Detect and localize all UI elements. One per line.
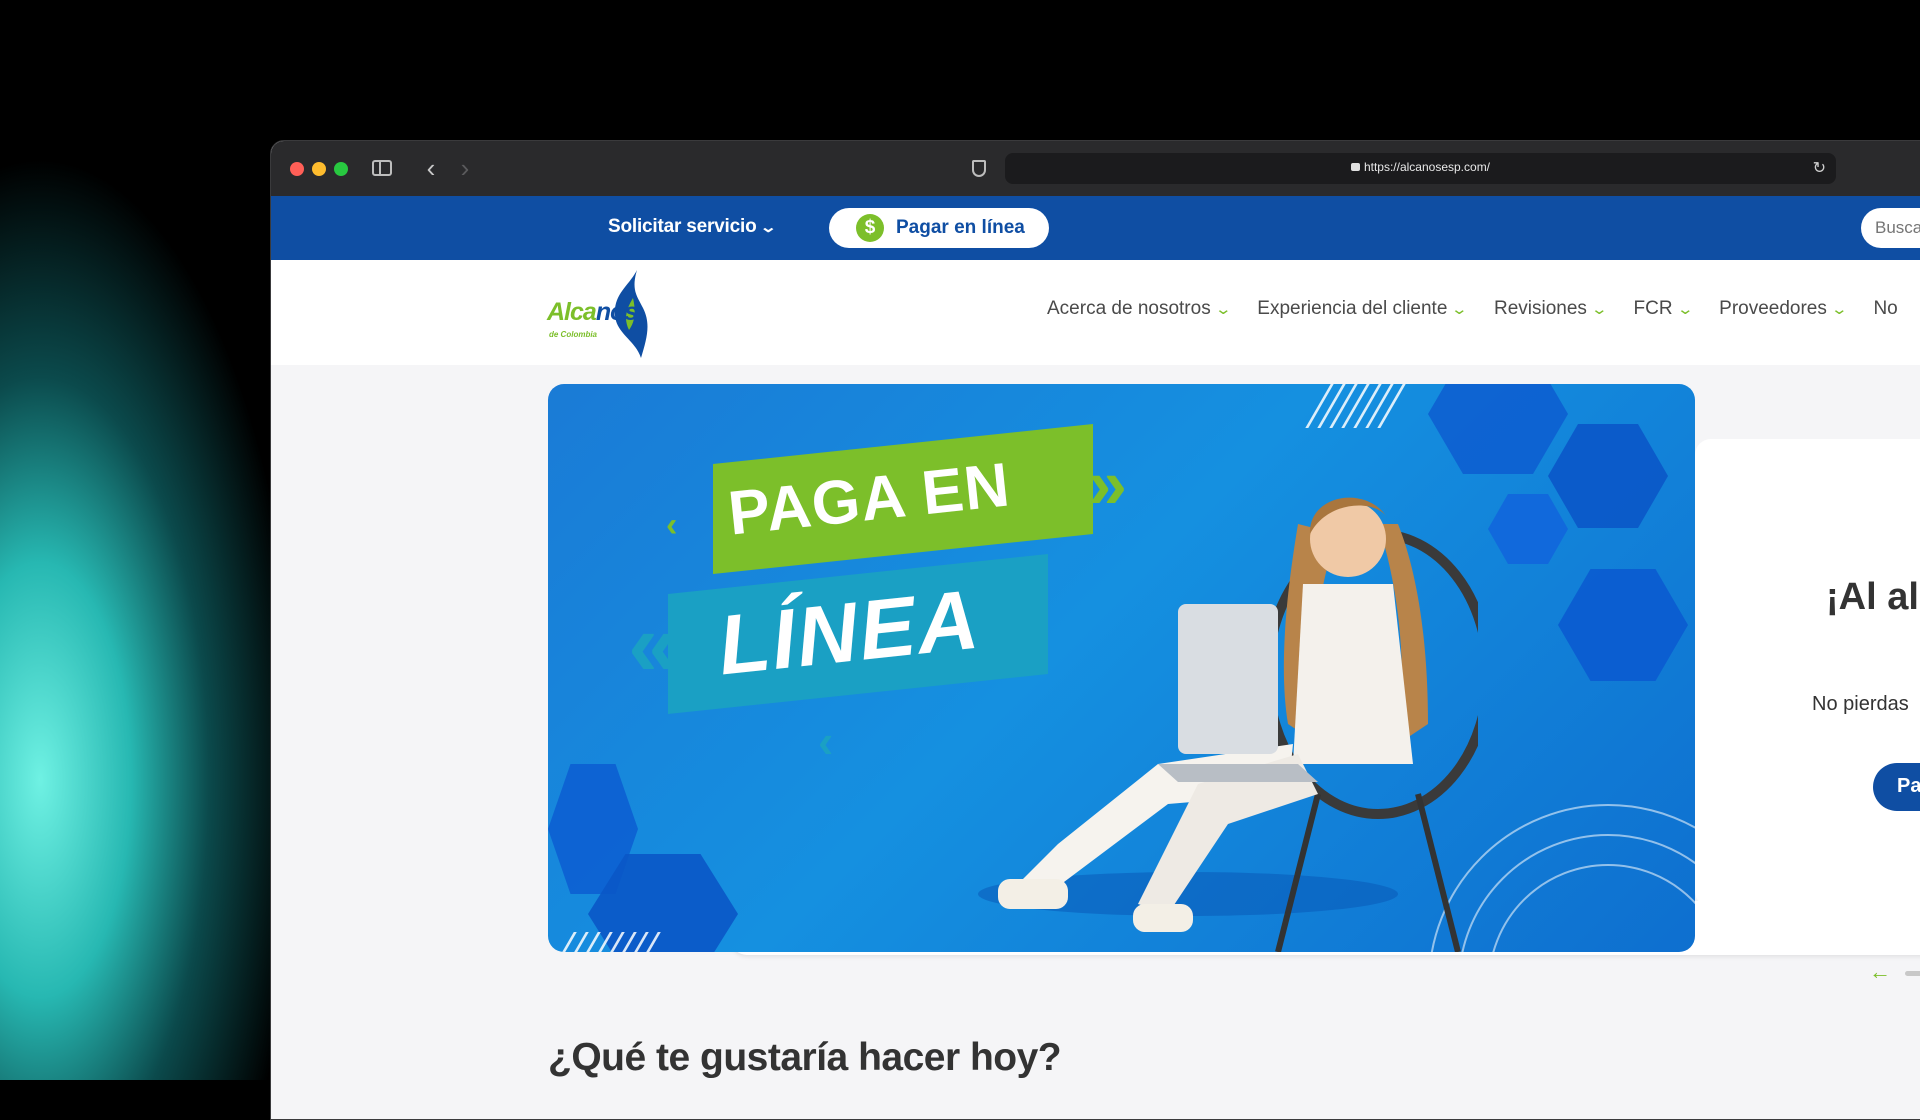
privacy-shield-icon[interactable]	[969, 155, 989, 181]
hex-decoration	[1548, 424, 1668, 528]
chevron-left-icon: «	[628, 595, 679, 695]
dollar-coin-icon: $	[856, 214, 884, 242]
hex-decoration	[1558, 569, 1688, 681]
pagar-en-linea-button[interactable]: $ Pagar en línea	[829, 208, 1049, 248]
chevron-down-icon: ⌄	[760, 219, 778, 236]
nav-item-proveedores[interactable]: Proveedores ⌄	[1719, 298, 1848, 320]
section-heading: ¿Qué te gustaría hacer hoy?	[548, 1036, 1062, 1079]
sidebar-toggle-icon[interactable]	[371, 155, 393, 181]
carousel-prev-arrow-icon[interactable]: ←	[1869, 959, 1891, 985]
minimize-window-button[interactable]	[312, 162, 326, 176]
logo-wordmark: Alcanos	[547, 298, 638, 326]
chevron-down-icon: ⌄	[1450, 301, 1469, 318]
browser-window: ‹ › https://alcanosesp.com/ ↻ Solicitar …	[270, 140, 1920, 1120]
nav-menu: Acerca de nosotros ⌄ Experiencia del clie…	[1047, 298, 1920, 320]
card-text: No pierdas	[1812, 693, 1909, 715]
nav-item-acerca[interactable]: Acerca de nosotros ⌄	[1047, 298, 1232, 320]
hex-decoration	[1488, 494, 1568, 564]
nav-item-experiencia[interactable]: Experiencia del cliente ⌄	[1257, 298, 1469, 320]
logo-tagline: de Colombia	[549, 330, 598, 339]
search-input[interactable]	[1861, 208, 1920, 248]
card-title: ¡Al al	[1826, 576, 1919, 618]
utility-bar: Solicitar servicio ⌄ $ Pagar en línea	[271, 196, 1920, 260]
main-navigation: Alcanos de Colombia Acerca de nosotros ⌄ …	[271, 260, 1920, 365]
url-text: https://alcanosesp.com/	[1363, 160, 1491, 174]
forward-arrow-icon[interactable]: ›	[455, 153, 475, 183]
woman-with-laptop-image	[978, 497, 1478, 952]
nav-item-fcr[interactable]: FCR ⌄	[1634, 298, 1694, 320]
back-arrow-icon[interactable]: ‹	[421, 153, 441, 183]
close-window-button[interactable]	[290, 162, 304, 176]
chevron-down-icon: ⌄	[1676, 301, 1694, 318]
carousel-info-card	[1695, 439, 1920, 907]
hero-banner[interactable]: PAGA EN LÍNEA ‹ » « ‹	[548, 384, 1695, 952]
chevron-down-icon: ⌄	[1590, 301, 1609, 318]
hex-decoration	[1428, 384, 1568, 474]
chevron-down-icon: ⌄	[1214, 301, 1232, 318]
chevron-down-icon: ⌄	[1830, 301, 1848, 318]
address-bar[interactable]: https://alcanosesp.com/ ↻	[1005, 153, 1836, 184]
card-pay-button[interactable]: Pa	[1873, 763, 1920, 811]
solicitar-servicio-label: Solicitar servicio	[608, 216, 757, 237]
browser-toolbar: ‹ › https://alcanosesp.com/ ↻	[271, 141, 1920, 196]
solicitar-servicio-menu[interactable]: Solicitar servicio ⌄	[608, 216, 778, 238]
carousel-indicator[interactable]	[1905, 971, 1920, 976]
chevron-left-icon: ‹	[818, 715, 834, 767]
alcanos-logo[interactable]: Alcanos de Colombia	[547, 266, 657, 364]
lock-icon	[1350, 163, 1360, 171]
reload-icon[interactable]: ↻	[1813, 158, 1826, 178]
pagar-en-linea-label: Pagar en línea	[896, 217, 1025, 238]
nav-item-more[interactable]: No	[1873, 298, 1897, 320]
zoom-window-button[interactable]	[334, 162, 348, 176]
nav-item-revisiones[interactable]: Revisiones ⌄	[1494, 298, 1609, 320]
chevron-left-icon: ‹	[666, 506, 678, 544]
